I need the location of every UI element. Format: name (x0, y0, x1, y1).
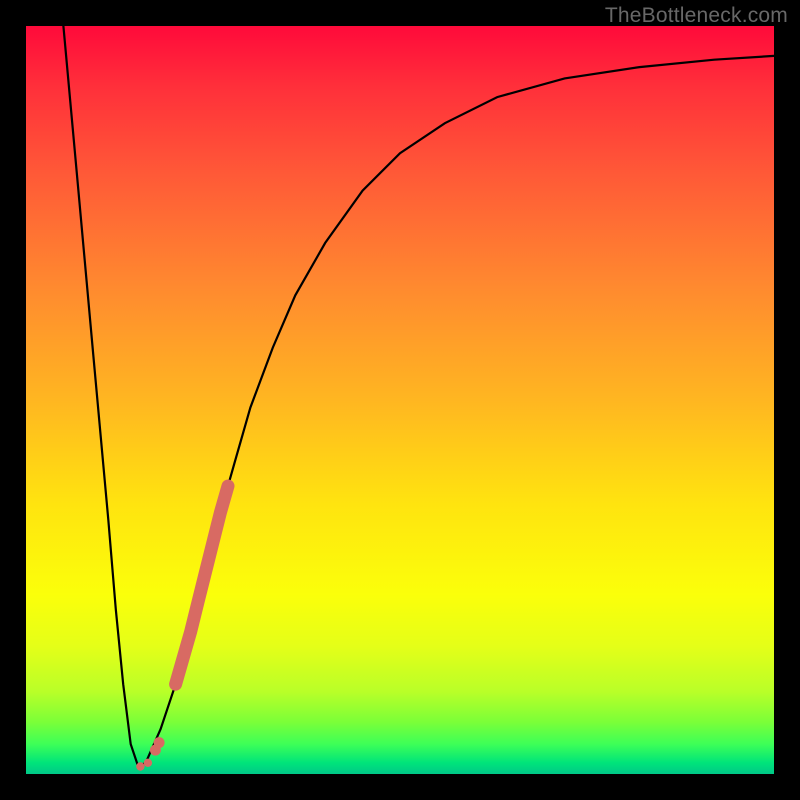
highlight-dot (144, 759, 152, 767)
chart-svg (26, 26, 774, 774)
bottleneck-curve (63, 26, 774, 767)
highlight-dot (136, 762, 144, 770)
highlight-dot (154, 737, 165, 748)
watermark-text: TheBottleneck.com (605, 4, 788, 28)
chart-frame: TheBottleneck.com (0, 0, 800, 800)
highlight-segment-thick (176, 486, 228, 684)
plot-area (26, 26, 774, 774)
